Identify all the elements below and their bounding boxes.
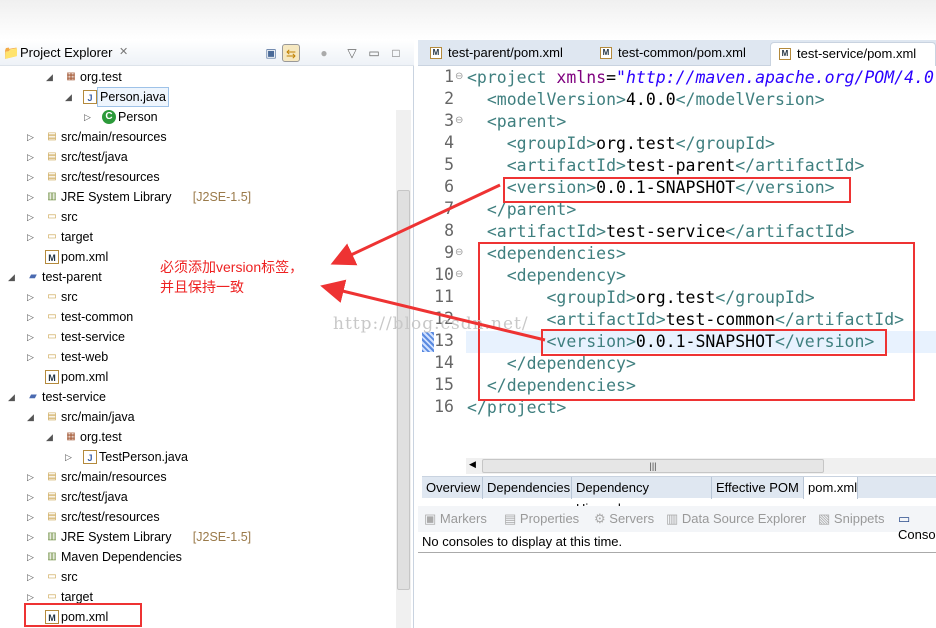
arrow-2: [320, 279, 546, 342]
arrow-1: [330, 183, 501, 266]
annotation-arrows: [320, 183, 546, 342]
